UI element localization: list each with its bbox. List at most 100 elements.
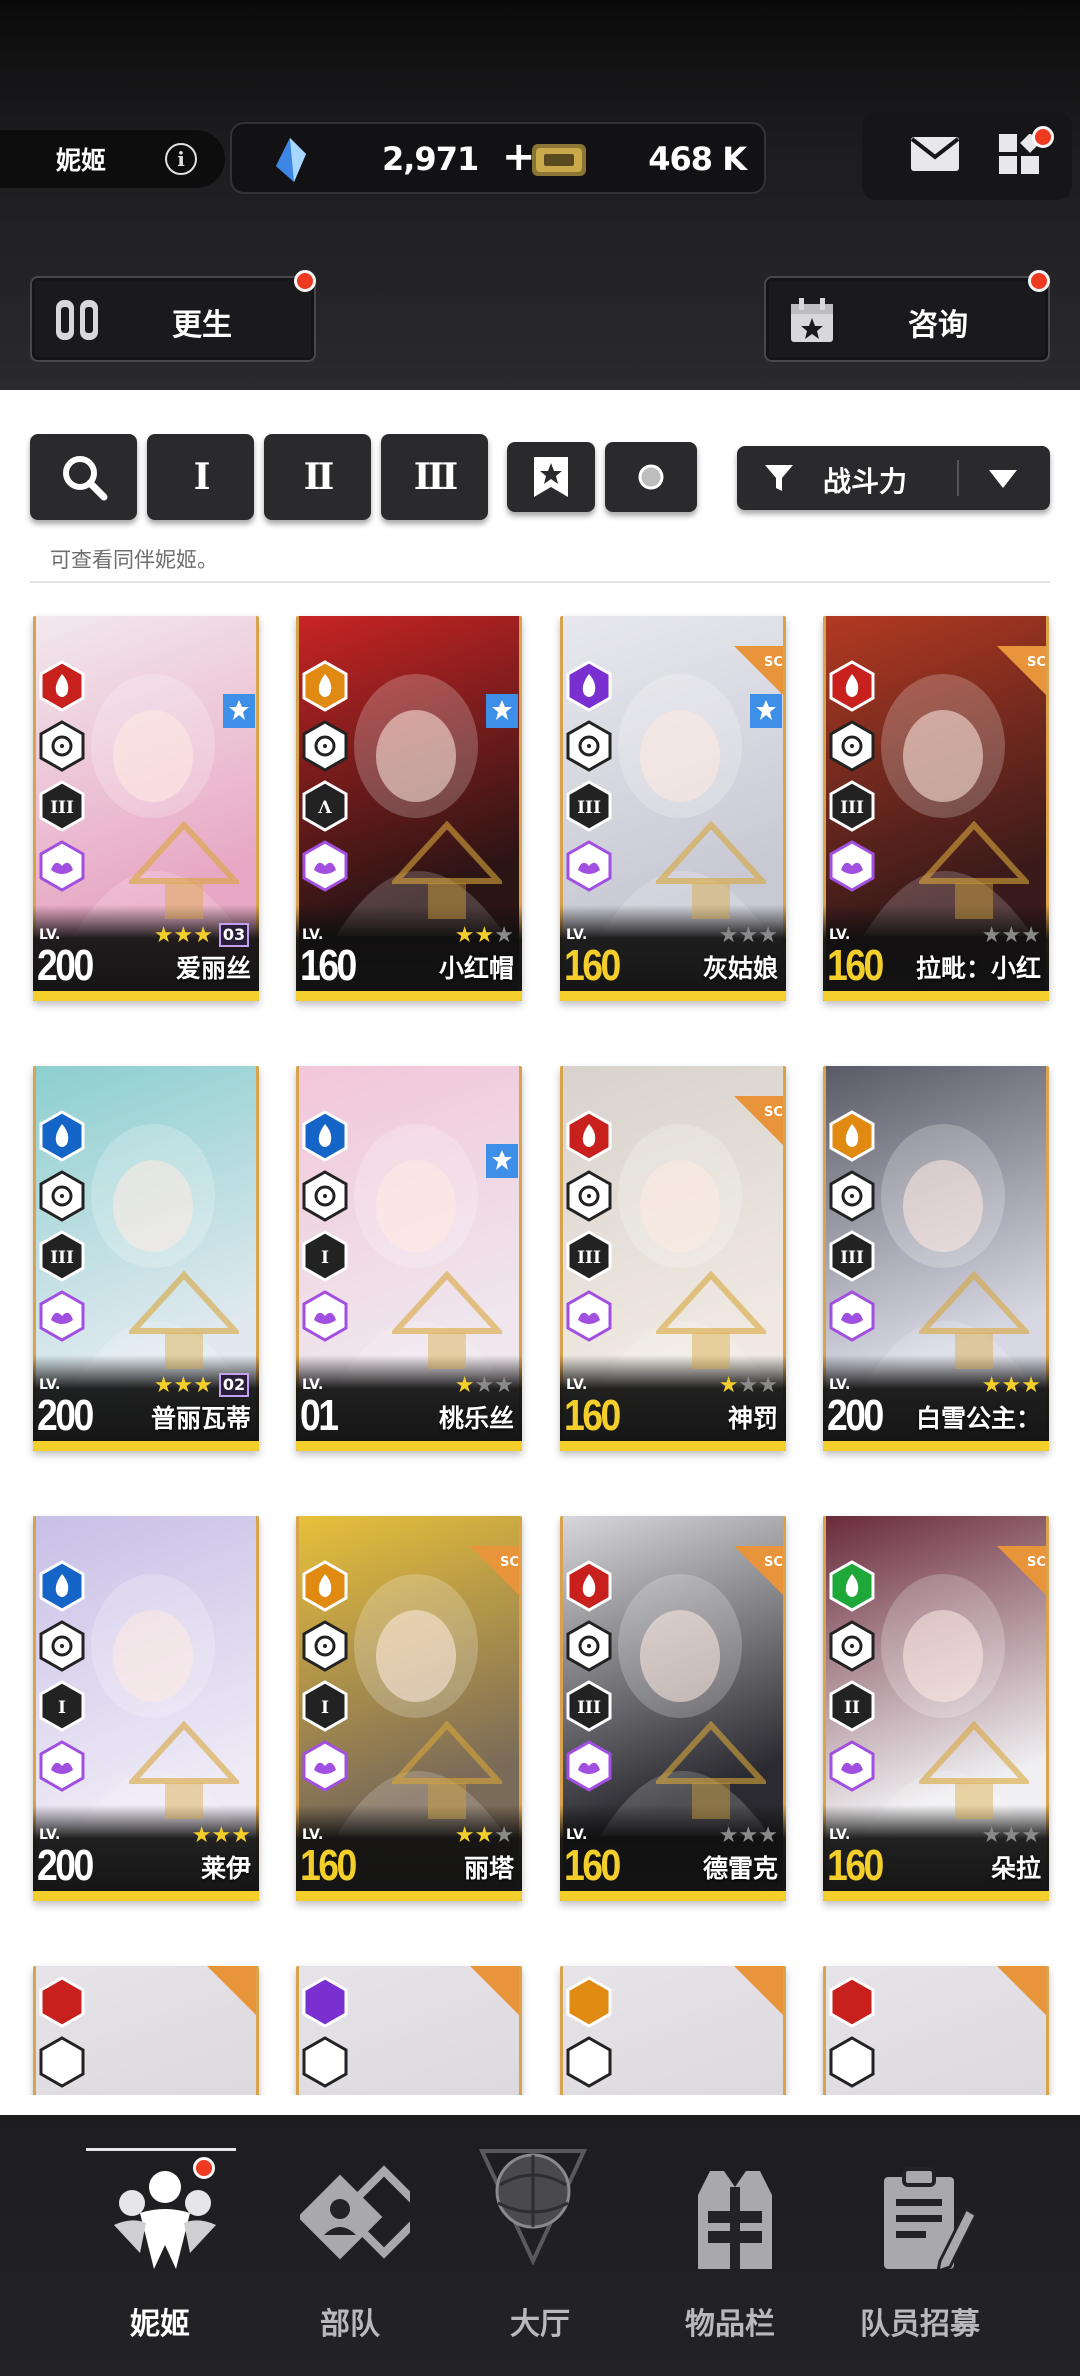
class-icon — [829, 1290, 875, 1342]
nav-squad-label: 部队 — [320, 2307, 380, 2342]
card-rarity-bar — [823, 991, 1049, 1001]
limit-break-badge: 02 — [219, 1373, 249, 1397]
credit-icon — [532, 144, 586, 176]
card-attribute-icons — [566, 1976, 612, 2095]
burst-icon: I — [39, 1680, 85, 1732]
manufacturer-emblem-icon — [656, 1721, 766, 1819]
card-rarity-bar — [823, 1441, 1049, 1451]
nav-nikke-label: 妮姬 — [130, 2307, 190, 2342]
nav-inventory[interactable]: 物品栏 — [630, 2115, 830, 2376]
card-attribute-icons: III — [829, 660, 875, 900]
star-icon: ★ — [454, 923, 475, 948]
nikke-card[interactable]: I LV. 200 ★ ★ ★ 莱伊 — [33, 1516, 259, 1901]
consult-label: 咨询 — [908, 308, 968, 343]
consult-button[interactable]: 咨询 — [764, 270, 1050, 362]
star-icon: ★ — [738, 923, 759, 948]
character-name: 小红帽 — [438, 954, 514, 983]
star-icon: ★ — [1001, 923, 1022, 948]
sort-separator — [957, 460, 959, 496]
character-name: 普丽瓦蒂 — [150, 1404, 251, 1433]
star-icon: ★ — [454, 1373, 475, 1398]
star-icon: ★ — [758, 923, 778, 948]
card-attribute-icons: III — [566, 1560, 612, 1800]
nikke-card-grid: III LV. 200 ★ ★ ★ 03 爱丽丝 Λ LV. 160 ★ ★ ★ 小红帽 SC III LV. 16… — [0, 590, 1080, 2095]
nav-squad[interactable]: 部队 — [250, 2115, 450, 2376]
nikke-card[interactable]: SC I LV. 160 ★ ★ ★ 丽塔 — [296, 1516, 522, 1901]
element-icon — [829, 660, 875, 712]
weapon-icon — [829, 1620, 875, 1672]
circle-filter[interactable] — [605, 442, 697, 512]
chevron-down-icon — [989, 470, 1017, 488]
burst-icon: Λ — [302, 780, 348, 832]
class-icon — [302, 1740, 348, 1792]
nikke-card[interactable]: SC II LV. 160 ★ ★ ★ 朵拉 — [823, 1516, 1049, 1901]
weapon-icon — [829, 2036, 875, 2088]
character-level: 01 — [300, 1391, 339, 1440]
bookmark-star-icon — [534, 457, 568, 497]
nav-inventory-label: 物品栏 — [685, 2307, 775, 2342]
nav-recruit[interactable]: 队员招募 — [820, 2115, 1020, 2376]
nikke-card[interactable]: III LV. 200 ★ ★ ★ 03 爱丽丝 — [33, 616, 259, 1001]
favorite-badge-icon — [486, 1144, 518, 1178]
class-icon — [39, 840, 85, 892]
burst-3-filter[interactable]: III — [381, 434, 488, 520]
weapon-icon — [302, 2036, 348, 2088]
nav-nikke[interactable]: 妮姬 — [60, 2115, 260, 2376]
star-icon: ★ — [173, 1373, 194, 1398]
character-name: 莱伊 — [200, 1854, 251, 1883]
burst-2-filter[interactable]: II — [264, 434, 371, 520]
mail-icon[interactable] — [910, 136, 960, 172]
nikke-card[interactable]: SC III LV. 160 ★ ★ ★ 德雷克 — [560, 1516, 786, 1901]
star-icon: ★ — [718, 1373, 739, 1398]
player-tag[interactable]: 妮姬 i — [0, 130, 225, 188]
gem-icon — [276, 138, 306, 182]
character-level: 160 — [827, 1841, 884, 1890]
character-name: 丽塔 — [463, 1854, 514, 1883]
bottom-nav: 妮姬 部队 大厅 物品栏 队员招募 — [0, 2115, 1080, 2376]
nikke-card[interactable]: SC III LV. 160 ★ ★ ★ 灰姑娘 — [560, 616, 786, 1001]
search-button[interactable] — [30, 434, 137, 520]
character-name: 德雷克 — [702, 1854, 778, 1883]
element-icon — [302, 1976, 348, 2028]
squad-icon — [300, 2165, 410, 2260]
element-icon — [39, 660, 85, 712]
star-icon: ★ — [474, 1823, 495, 1848]
class-icon — [302, 840, 348, 892]
star-icon: ★ — [474, 1373, 495, 1398]
character-level: 160 — [300, 1841, 357, 1890]
card-attribute-icons: I — [302, 1560, 348, 1800]
star-rating: ★ ★ ★ — [982, 1375, 1041, 1397]
weapon-icon — [39, 720, 85, 772]
star-icon: ★ — [738, 1823, 759, 1848]
star-rating: ★ ★ ★ — [719, 925, 778, 947]
burst-1-filter[interactable]: I — [147, 434, 254, 520]
nikke-card[interactable]: SC III LV. 160 ★ ★ ★ 拉毗：小红 — [823, 616, 1049, 1001]
favorite-filter[interactable] — [507, 442, 595, 512]
nikke-card[interactable]: III LV. 200 ★ ★ ★ 白雪公主： — [823, 1066, 1049, 1451]
nikke-card-partial[interactable] — [560, 1966, 786, 2095]
character-name: 拉毗：小红 — [915, 954, 1041, 983]
nikke-card[interactable]: I LV. 01 ★ ★ ★ 桃乐丝 — [296, 1066, 522, 1451]
star-icon: ★ — [758, 1823, 778, 1848]
info-icon[interactable]: i — [165, 143, 197, 175]
element-icon — [566, 1560, 612, 1612]
nikke-card-partial[interactable] — [823, 1966, 1049, 2095]
star-icon: ★ — [494, 1823, 514, 1848]
nikke-card[interactable]: Λ LV. 160 ★ ★ ★ 小红帽 — [296, 616, 522, 1001]
nikke-card-partial[interactable] — [296, 1966, 522, 2095]
rebirth-button[interactable]: 更生 — [30, 270, 316, 362]
star-icon: ★ — [981, 923, 1002, 948]
svg-text:II: II — [844, 1698, 860, 1718]
nikke-card-partial[interactable] — [33, 1966, 259, 2095]
star-icon: ★ — [474, 923, 495, 948]
weapon-icon — [566, 720, 612, 772]
star-icon: ★ — [718, 1823, 739, 1848]
nikke-card[interactable]: III LV. 200 ★ ★ ★ 02 普丽瓦蒂 — [33, 1066, 259, 1451]
nikke-card[interactable]: SC III LV. 160 ★ ★ ★ 神罚 — [560, 1066, 786, 1451]
nav-lobby[interactable]: 大厅 — [440, 2115, 640, 2376]
sort-dropdown[interactable]: 战斗力 — [737, 446, 1050, 510]
card-attribute-icons: III — [566, 660, 612, 900]
manufacturer-emblem-icon — [129, 1271, 239, 1369]
card-attribute-icons: Λ — [302, 660, 348, 900]
currency-bar: 2,971 + 468 K — [230, 122, 766, 194]
